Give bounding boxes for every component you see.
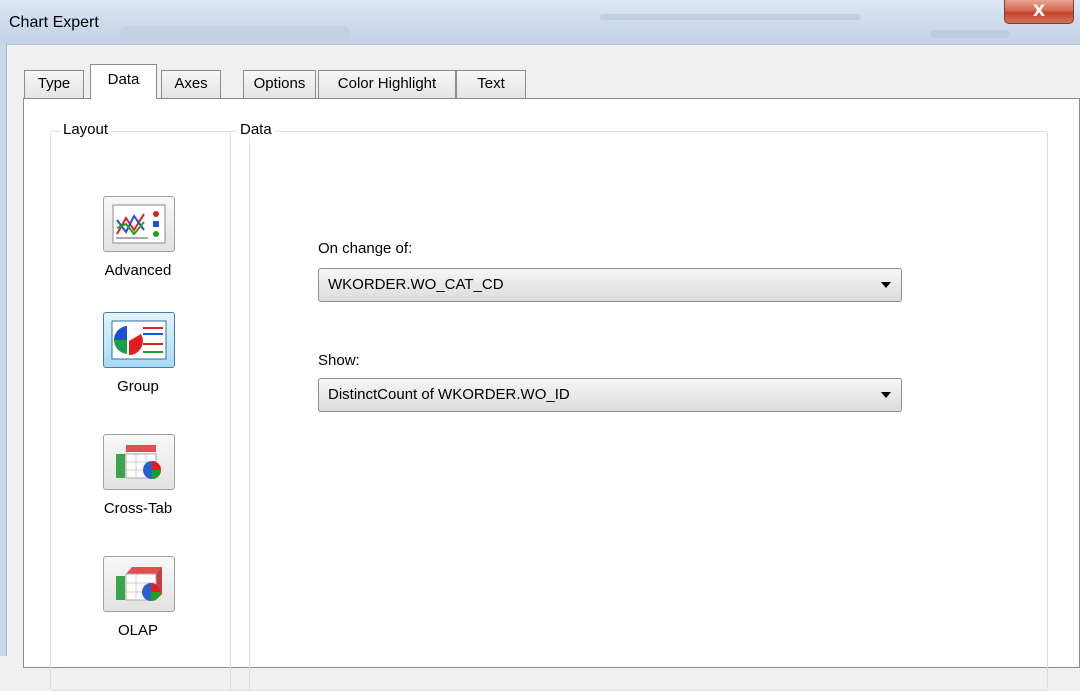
tab-label: Text: [477, 75, 505, 92]
tab-label: Type: [37, 75, 71, 92]
title-bar: Chart Expert X: [0, 0, 1080, 45]
close-icon: X: [1032, 1, 1046, 20]
show-dropdown[interactable]: DistinctCount of WKORDER.WO_ID: [318, 378, 902, 412]
show-value: DistinctCount of WKORDER.WO_ID: [328, 386, 570, 403]
background-blur: [930, 30, 1010, 38]
on-change-label: On change of:: [318, 240, 413, 257]
tab-text[interactable]: Text: [456, 70, 526, 98]
group-chart-icon: [111, 320, 167, 360]
tab-options[interactable]: Options: [243, 70, 316, 98]
chevron-down-icon: [881, 392, 891, 398]
tab-label: Data: [107, 71, 140, 88]
tab-label: Axes: [174, 75, 208, 92]
cross-tab-chart-icon: [116, 445, 161, 479]
group-layout-button[interactable]: [103, 312, 175, 368]
background-blur: [600, 14, 860, 20]
tab-data[interactable]: Data: [90, 64, 157, 99]
close-button[interactable]: X: [1004, 0, 1074, 24]
window-frame: [0, 44, 7, 656]
show-label: Show:: [318, 352, 360, 369]
window-title: Chart Expert: [9, 14, 99, 31]
olap-layout-label: OLAP: [117, 622, 159, 639]
cross-tab-layout-label: Cross-Tab: [103, 500, 173, 517]
olap-chart-icon: [116, 567, 162, 601]
group-layout-label: Group: [117, 378, 159, 395]
advanced-layout-button[interactable]: [103, 196, 175, 252]
tab-axes[interactable]: Axes: [161, 70, 221, 98]
tab-label: Color Highlight: [337, 75, 437, 92]
chevron-down-icon: [881, 282, 891, 288]
data-group-label: Data: [237, 121, 275, 138]
tab-color-highlight[interactable]: Color Highlight: [318, 70, 456, 98]
advanced-layout-label: Advanced: [104, 262, 172, 279]
tab-type[interactable]: Type: [24, 70, 84, 98]
cross-tab-layout-button[interactable]: [103, 434, 175, 490]
on-change-dropdown[interactable]: WKORDER.WO_CAT_CD: [318, 268, 902, 302]
tab-label: Options: [253, 75, 306, 92]
background-blur: [120, 26, 350, 40]
on-change-value: WKORDER.WO_CAT_CD: [328, 276, 504, 293]
advanced-chart-icon: [112, 204, 166, 244]
layout-group-label: Layout: [60, 121, 112, 138]
olap-layout-button[interactable]: [103, 556, 175, 612]
